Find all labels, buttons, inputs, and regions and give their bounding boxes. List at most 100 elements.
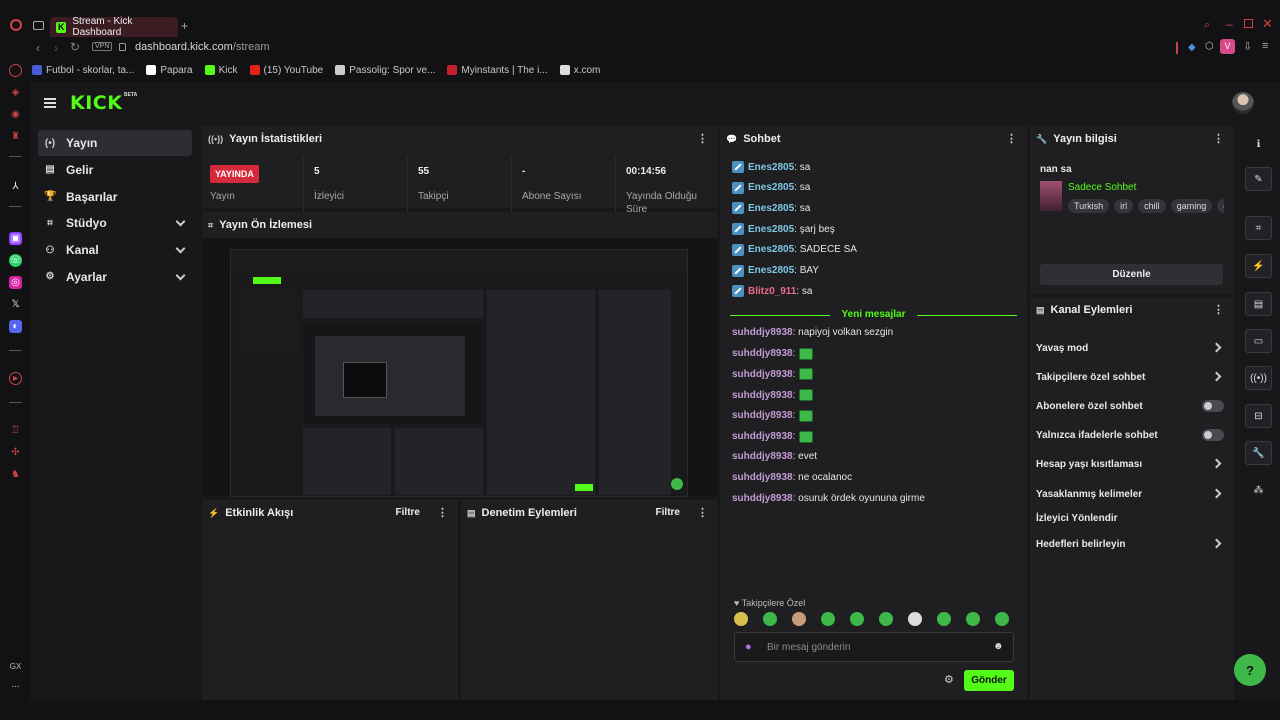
hamburger-icon[interactable] <box>44 98 56 108</box>
chat-message[interactable]: suhddjy8938: ne ocalanoc <box>732 472 852 483</box>
emote-icon[interactable] <box>908 612 922 626</box>
emote-icon[interactable] <box>966 612 980 626</box>
sidebar-item[interactable]: ▤ Gelir <box>38 157 192 183</box>
toggle-switch[interactable] <box>1202 429 1224 441</box>
chat-username[interactable]: suhddjy8938 <box>732 410 793 421</box>
kick-logo[interactable]: KICK <box>70 92 122 114</box>
chat-username[interactable]: Enes2805 <box>748 244 794 255</box>
more-icon[interactable]: ... <box>9 678 22 691</box>
search-tabs-icon[interactable]: ⌕ <box>1204 19 1210 32</box>
emoji-icon[interactable]: ☻ <box>993 641 1004 652</box>
chat-message[interactable]: suhddjy8938: osuruk ördek oyununa girme <box>732 493 925 504</box>
dots-tool-icon[interactable]: ⁂ <box>1245 478 1272 502</box>
chat-rail-icon[interactable]: ◉ <box>9 108 22 121</box>
stream-tag[interactable]: irl <box>1114 199 1134 213</box>
edit-button[interactable]: Düzenle <box>1040 264 1223 285</box>
discord-icon[interactable]: ◐ <box>9 320 22 333</box>
gx-corner-icon[interactable]: ♖ <box>9 424 22 437</box>
chat-message[interactable]: Enes2805: BAY <box>732 264 819 277</box>
kebab-icon[interactable]: ⋮ <box>1213 132 1224 145</box>
x-icon[interactable]: 𝕏 <box>9 298 22 311</box>
bookmark-item[interactable]: Passolig: Spor ve... <box>335 65 435 76</box>
workspace-icon[interactable] <box>33 21 44 30</box>
bookmark-item[interactable]: Kick <box>204 65 238 76</box>
chat-message[interactable]: suhddjy8938: napiyoj volkan sezgin <box>732 327 893 338</box>
chat-input[interactable]: ● Bir mesaj gönderin ☻ <box>734 632 1014 662</box>
bookmark-item[interactable]: Futbol - skorlar, ta... <box>32 65 134 76</box>
stream-tag[interactable]: gaming <box>1170 199 1213 213</box>
chat-message[interactable]: suhddjy8938: <box>732 430 814 443</box>
sidebar-item[interactable]: (•) Yayın <box>38 130 192 156</box>
opera-icon[interactable] <box>10 19 22 31</box>
kebab-icon[interactable]: ⋮ <box>697 132 708 145</box>
chat-tool-icon[interactable]: ▭ <box>1245 329 1272 353</box>
chat-username[interactable]: suhddjy8938 <box>732 472 793 483</box>
emote-icon[interactable] <box>879 612 893 626</box>
info-icon[interactable]: ℹ <box>1245 132 1272 156</box>
emote-icon[interactable] <box>995 612 1009 626</box>
bookmark-item[interactable]: Papara <box>146 65 193 76</box>
maximize-icon[interactable] <box>1244 19 1253 28</box>
chat-message[interactable]: suhddjy8938: <box>732 409 814 422</box>
chat-message[interactable]: Enes2805: sa <box>732 181 810 194</box>
new-tab-icon[interactable]: + <box>181 19 188 33</box>
chat-message[interactable]: Enes2805: SADECE SA <box>732 243 857 256</box>
send-button[interactable]: Gönder <box>964 670 1014 691</box>
gx-control-icon[interactable]: ♞ <box>9 468 22 481</box>
profile-icon[interactable]: V <box>1220 39 1235 54</box>
chat-username[interactable]: Blitz0_911 <box>748 286 796 297</box>
chat-username[interactable]: Enes2805 <box>748 182 794 193</box>
stream-tag[interactable]: cl <box>1217 199 1224 213</box>
download-icon[interactable]: ⇩ <box>1243 40 1252 53</box>
gx-rail-icon[interactable]: ♜ <box>9 130 22 143</box>
settings-icon[interactable]: ⚙ <box>944 673 954 686</box>
emote-icon[interactable] <box>850 612 864 626</box>
chat-message[interactable]: suhddjy8938: <box>732 368 814 381</box>
kick-rail-icon[interactable]: ⅄ <box>9 180 22 193</box>
category-name[interactable]: Sadece Sohbet <box>1068 182 1136 193</box>
chat-username[interactable]: suhddjy8938 <box>732 327 793 338</box>
channel-action-item[interactable]: Yavaş mod <box>1036 340 1226 356</box>
twitch-icon[interactable]: ▣ <box>9 232 22 245</box>
chat-message[interactable]: Enes2805: sa <box>732 161 810 173</box>
chat-username[interactable]: Enes2805 <box>748 265 794 276</box>
bookmark-item[interactable]: Myinstants | The i... <box>447 65 548 76</box>
chat-username[interactable]: suhddjy8938 <box>732 431 793 442</box>
chat-username[interactable]: suhddjy8938 <box>732 451 793 462</box>
sidebar-item[interactable]: ⌗ Stüdyo <box>38 210 192 236</box>
tab-kick-dashboard[interactable]: K Stream - Kick Dashboard <box>50 16 178 38</box>
chat-username[interactable]: Enes2805 <box>748 203 794 214</box>
chat-username[interactable]: suhddjy8938 <box>732 348 793 359</box>
chat-message[interactable]: suhddjy8938: <box>732 347 814 360</box>
kebab-icon[interactable]: ⋮ <box>697 506 708 519</box>
emote-icon[interactable] <box>763 612 777 626</box>
sidebar-item[interactable]: ⚇ Kanal <box>38 237 192 263</box>
chat-username[interactable]: Enes2805 <box>748 162 794 173</box>
close-icon[interactable]: ✕ <box>1262 16 1273 32</box>
chat-message[interactable]: Enes2805: sa <box>732 202 810 215</box>
channel-action-item[interactable]: Takipçilere özel sohbet <box>1036 369 1226 385</box>
channel-action-item[interactable]: Abonelere özel sohbet <box>1036 398 1226 414</box>
extension-bar-icon[interactable] <box>1176 42 1178 54</box>
chat-username[interactable]: suhddjy8938 <box>732 493 793 504</box>
sidebar-item[interactable]: 🏆 Başarılar <box>38 184 192 210</box>
stream-preview[interactable] <box>230 249 688 497</box>
url-field[interactable]: dashboard.kick.com/stream <box>135 41 270 53</box>
channel-action-item[interactable]: Yalnızca ifadelerle sohbet <box>1036 427 1226 443</box>
pencil-icon[interactable]: ✎ <box>1245 167 1272 191</box>
bookmark-item[interactable]: x.com <box>559 65 600 76</box>
avatar[interactable] <box>1232 92 1254 114</box>
layout-tool-icon[interactable]: ⊟ <box>1245 404 1272 428</box>
bookmark-item[interactable]: (15) YouTube <box>249 65 323 76</box>
channel-action-item[interactable]: Hesap yaşı kısıtlaması <box>1036 456 1226 472</box>
kebab-icon[interactable]: ⋮ <box>1006 132 1017 145</box>
opera-rail-icon[interactable] <box>9 64 22 77</box>
activity-filter[interactable]: Filtre <box>396 507 420 518</box>
chat-message[interactable]: Enes2805: şarj beş <box>732 223 835 236</box>
aria-icon[interactable]: ◈ <box>9 86 22 99</box>
stream-tag[interactable]: Turkish <box>1068 199 1110 213</box>
chat-username[interactable]: suhddjy8938 <box>732 369 793 380</box>
gx-cleaner-icon[interactable]: ✣ <box>9 446 22 459</box>
instagram-icon[interactable]: ◎ <box>9 276 22 289</box>
wrench-tool-icon[interactable]: 🔧 <box>1245 441 1272 465</box>
